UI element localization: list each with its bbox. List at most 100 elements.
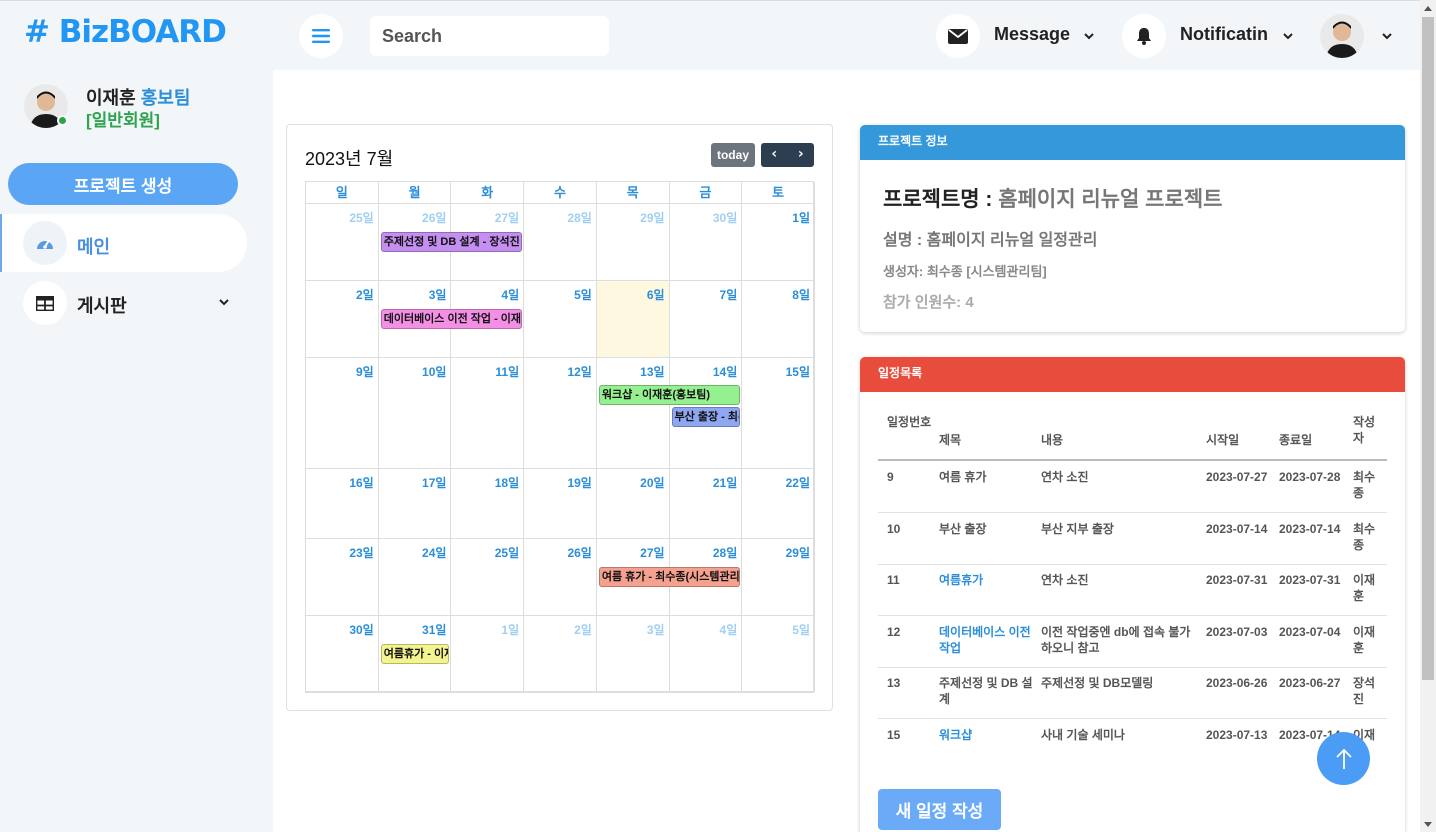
table-cell-content: 연차 소진 (1041, 573, 1089, 587)
chevron-down-icon[interactable] (1382, 31, 1392, 41)
table-cell-title[interactable]: 워크샵 (939, 727, 1034, 743)
calendar-day-cell[interactable]: 11일 (451, 358, 525, 469)
create-project-button[interactable]: 프로젝트 생성 (8, 163, 238, 205)
table-cell-title: 주제선정 및 DB 설계 (939, 676, 1033, 706)
calendar-nav: ‹ › (761, 143, 814, 167)
table-cell-author: 최수종 (1353, 521, 1376, 552)
table-icon (36, 295, 54, 311)
menu-toggle-button[interactable] (299, 14, 343, 58)
table-cell-start: 2023-07-13 (1206, 727, 1268, 742)
calendar-day-cell[interactable]: 8일 (742, 281, 815, 358)
calendar-day-cell[interactable]: 25일 (451, 539, 525, 616)
search-input[interactable] (370, 16, 609, 56)
project-creator: 생성자: 최수종 [시스템관리팀] (883, 264, 1047, 279)
table-cell-content: 이전 작업중엔 db에 접속 불가하오니 참고 (1041, 624, 1191, 655)
calendar-day-cell[interactable]: 18일 (451, 469, 525, 539)
calendar-day-cell[interactable]: 30일 (669, 204, 743, 281)
calendar-day-cell[interactable]: 15일 (742, 358, 815, 469)
table-cell-start: 2023-07-14 (1206, 521, 1268, 536)
calendar-day-cell[interactable]: 7일 (669, 281, 743, 358)
chevron-down-icon[interactable] (1283, 31, 1293, 41)
day-number: 29일 (640, 211, 665, 225)
scroll-top-button[interactable] (1317, 732, 1370, 785)
calendar-day-cell[interactable]: 21일 (669, 469, 743, 539)
message-button[interactable] (936, 14, 980, 58)
calendar-day-cell[interactable]: 17일 (378, 469, 452, 539)
calendar-day-cell[interactable]: 10일 (378, 358, 452, 469)
calendar-day-cell[interactable]: 4일 (669, 616, 743, 692)
calendar-day-cell[interactable]: 23일 (306, 539, 379, 616)
new-schedule-button[interactable]: 새 일정 작성 (878, 789, 1001, 830)
day-number: 11일 (495, 365, 520, 379)
calendar-event[interactable]: 데이터베이스 이전 작업 - 이재훈 (380, 309, 523, 329)
calendar-day-cell[interactable]: 20일 (596, 469, 670, 539)
calendar-day-cell[interactable]: 5일 (524, 281, 597, 358)
calendar-day-cell[interactable]: 9일 (306, 358, 379, 469)
calendar-day-cell[interactable]: 5일 (742, 616, 815, 692)
day-number: 26일 (422, 211, 447, 225)
calendar-day-cell[interactable]: 1일 (742, 204, 815, 281)
schedule-list-header: 일정목록 (860, 357, 1405, 392)
day-number: 23일 (349, 546, 374, 560)
table-cell-author: 이재훈 (1353, 624, 1376, 655)
table-cell-start: 2023-07-31 (1206, 573, 1268, 587)
table-cell-author: 최수종 (1353, 470, 1376, 500)
scroll-down-arrow[interactable] (1420, 816, 1436, 832)
day-number: 8일 (792, 288, 810, 302)
day-number: 27일 (640, 546, 665, 560)
triangle-down-icon (1424, 821, 1432, 827)
scrollbar-thumb[interactable] (1422, 17, 1434, 680)
calendar-day-cell[interactable]: 30일 (306, 616, 379, 692)
day-number: 3일 (646, 623, 665, 637)
calendar-event[interactable]: 여름휴가 - 이재훈 (380, 644, 450, 664)
calendar-day-cell[interactable]: 26일 (524, 539, 597, 616)
next-month-button[interactable]: › (788, 143, 815, 167)
sidebar-item-label[interactable]: 게시판 (77, 292, 127, 318)
day-number: 13일 (640, 365, 665, 379)
calendar-event[interactable]: 여름 휴가 - 최수종(시스템관리팀) (598, 567, 741, 587)
notification-label[interactable]: Notificatin (1180, 24, 1268, 45)
table-cell-end: 2023-07-14 (1279, 521, 1341, 536)
chevron-down-icon[interactable] (219, 297, 229, 307)
calendar-day-cell[interactable]: 12일 (524, 358, 597, 469)
calendar-event[interactable]: 부산 출장 - 최수종 (671, 407, 741, 427)
calendar-day-cell[interactable]: 2일 (524, 616, 597, 692)
scroll-up-arrow[interactable] (1420, 0, 1436, 16)
calendar-day-cell[interactable]: 3일 (596, 616, 670, 692)
chevron-down-icon[interactable] (1084, 31, 1094, 41)
calendar-day-cell[interactable]: 1일 (451, 616, 525, 692)
table-cell-content: 주제선정 및 DB모델링 (1041, 676, 1154, 690)
calendar-day-cell[interactable]: 13일 (596, 358, 670, 469)
day-number: 10일 (422, 365, 447, 379)
prev-month-button[interactable]: ‹ (761, 143, 788, 167)
table-header: 종료일 (1279, 433, 1313, 447)
calendar-day-cell[interactable]: 6일 (596, 281, 670, 358)
day-number: 5일 (792, 623, 810, 637)
message-label[interactable]: Message (994, 24, 1070, 45)
day-number: 22일 (785, 476, 810, 490)
calendar-day-cell[interactable]: 29일 (596, 204, 670, 281)
calendar-day-cell[interactable]: 2일 (306, 281, 379, 358)
user-team: 홍보팀 (140, 88, 191, 108)
today-button[interactable]: today (711, 143, 755, 167)
sidebar-item-label[interactable]: 메인 (77, 233, 110, 259)
app-logo[interactable]: # BizBOARD (24, 14, 227, 50)
calendar-day-cell[interactable]: 25일 (306, 204, 379, 281)
project-info-header: 프로젝트 정보 (860, 125, 1405, 160)
user-avatar[interactable] (1320, 14, 1364, 58)
table-cell-title[interactable]: 데이터베이스 이전 작업 (939, 624, 1034, 656)
table-cell-title[interactable]: 여름휴가 (939, 572, 1034, 588)
user-photo-icon (1326, 21, 1358, 58)
calendar-day-cell[interactable]: 28일 (524, 204, 597, 281)
arrow-up-icon (1335, 748, 1352, 769)
calendar-event[interactable]: 주제선정 및 DB 설계 - 장석진 (380, 232, 523, 252)
notification-button[interactable] (1122, 14, 1166, 58)
weekday-header: 목 (596, 182, 670, 204)
calendar-day-cell[interactable]: 29일 (742, 539, 815, 616)
sidebar-icon-board (23, 281, 67, 325)
calendar-event[interactable]: 워크샵 - 이재훈(홍보팀) (598, 385, 741, 405)
calendar-day-cell[interactable]: 19일 (524, 469, 597, 539)
calendar-day-cell[interactable]: 24일 (378, 539, 452, 616)
calendar-day-cell[interactable]: 22일 (742, 469, 815, 539)
calendar-day-cell[interactable]: 16일 (306, 469, 379, 539)
